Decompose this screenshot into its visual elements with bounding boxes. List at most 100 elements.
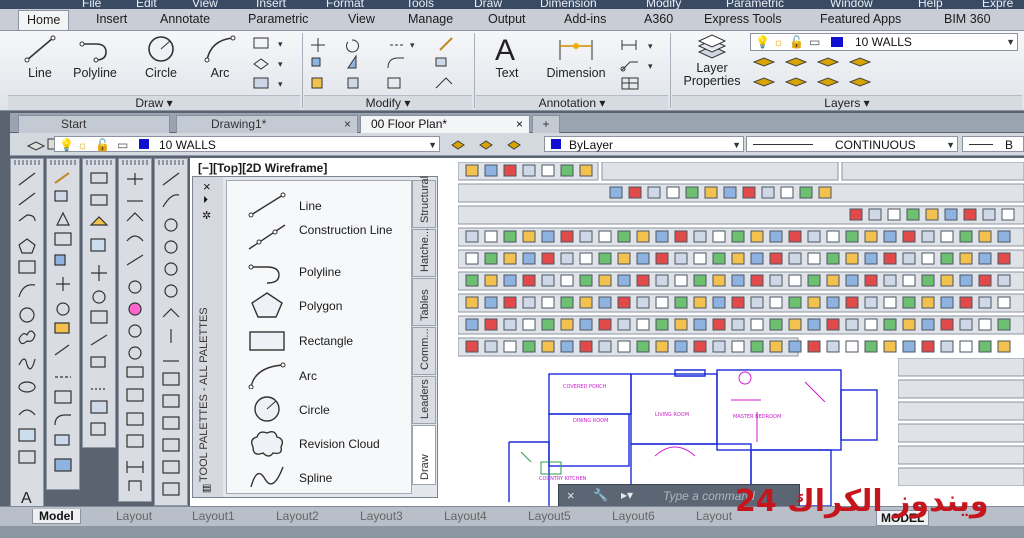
toolbar-tool-icon[interactable]	[693, 318, 707, 331]
toolbar-tool-icon[interactable]	[522, 296, 536, 309]
toolbar-grip[interactable]	[86, 160, 112, 165]
toolbar-tool-icon[interactable]	[465, 274, 479, 287]
polyline-button[interactable]: Polyline	[66, 34, 124, 80]
menu-help[interactable]: Help	[918, 0, 943, 9]
dimension-toolbar-icons[interactable]	[123, 169, 147, 497]
tab-parametric[interactable]: Parametric	[248, 12, 308, 26]
toolbar-tool-icon[interactable]	[978, 274, 992, 287]
palette-tool-revision-cloud[interactable]: Revision Cloud	[247, 429, 380, 460]
close-icon[interactable]: ×	[203, 179, 211, 194]
toolbar-tool-icon[interactable]	[598, 274, 612, 287]
toolbar-tool-icon[interactable]	[925, 208, 939, 221]
toolbar-tool-icon[interactable]	[742, 186, 756, 199]
toolbar-tool-icon[interactable]	[685, 186, 699, 199]
toolbar-tool-icon[interactable]	[522, 340, 536, 353]
toolbar-tool-icon[interactable]	[769, 318, 783, 331]
toolbar-tool-icon[interactable]	[674, 252, 688, 265]
toolbar-tool-icon[interactable]	[750, 274, 764, 287]
toolbar-tool-icon[interactable]	[712, 340, 726, 353]
menu-file[interactable]: File	[82, 0, 101, 9]
toolbar-tool-icon[interactable]	[902, 296, 916, 309]
toolbar-tool-icon[interactable]	[750, 230, 764, 243]
toolbar-tool-icon[interactable]	[959, 230, 973, 243]
toolbar-tool-icon[interactable]	[560, 252, 574, 265]
toolbar-tool-icon[interactable]	[598, 318, 612, 331]
menu-express[interactable]: Expre	[982, 0, 1013, 9]
toolbar-tool-icon[interactable]	[963, 208, 977, 221]
toolbar-tool-icon[interactable]	[712, 318, 726, 331]
toolbar-tool-icon[interactable]	[617, 296, 631, 309]
circle-button[interactable]: Circle	[138, 34, 184, 80]
toolbar-tool-icon[interactable]	[902, 230, 916, 243]
layers-panel-title[interactable]: Layers ▾	[672, 95, 1022, 110]
toolbar-tool-icon[interactable]	[921, 296, 935, 309]
tab-a360[interactable]: A360	[644, 12, 673, 26]
layout-tab-layout5[interactable]: Layout5	[528, 509, 571, 523]
layer-tools-icon[interactable]	[750, 54, 1020, 92]
toolbar-tool-icon[interactable]	[921, 340, 935, 353]
toolbar-tool-icon[interactable]	[807, 230, 821, 243]
toolbar-tool-icon[interactable]	[997, 318, 1011, 331]
toolbar-tool-icon[interactable]	[864, 274, 878, 287]
tab-output[interactable]: Output	[488, 12, 526, 26]
draw-small-tools-icon[interactable]: ▾ ▾ ▾	[252, 36, 300, 92]
toolbar-tool-icon[interactable]	[731, 274, 745, 287]
toolbar-tool-icon[interactable]	[579, 164, 593, 177]
toolbar-tool-icon[interactable]	[845, 252, 859, 265]
toolbar-tool-icon[interactable]	[750, 318, 764, 331]
toolbar-tool-icon[interactable]	[921, 230, 935, 243]
toolbar-tool-icon[interactable]	[636, 230, 650, 243]
toolbar-tool-icon[interactable]	[731, 340, 745, 353]
toolbar-tool-icon[interactable]	[864, 318, 878, 331]
toolbar-tool-icon[interactable]	[666, 186, 680, 199]
toolbar-tool-icon[interactable]	[674, 340, 688, 353]
toolbar-tool-icon[interactable]	[704, 186, 718, 199]
floating-toolbars[interactable]	[457, 161, 1024, 358]
tab-view[interactable]: View	[348, 12, 375, 26]
toolbar-tool-icon[interactable]	[560, 230, 574, 243]
toolbar-tool-icon[interactable]	[769, 340, 783, 353]
toolbar-tool-icon[interactable]	[522, 318, 536, 331]
toolbar-tool-icon[interactable]	[484, 296, 498, 309]
menu-format[interactable]: Format	[326, 0, 364, 9]
toolbar-tool-icon[interactable]	[902, 252, 916, 265]
toolbar-tool-icon[interactable]	[826, 274, 840, 287]
annotation-panel-title[interactable]: Annotation ▾	[476, 95, 668, 110]
toolbar-tool-icon[interactable]	[997, 340, 1011, 353]
toolbar-tool-icon[interactable]	[750, 296, 764, 309]
menu-modify[interactable]: Modify	[646, 0, 681, 9]
toolbar-tool-icon[interactable]	[845, 340, 859, 353]
toolbar-tool-icon[interactable]	[978, 296, 992, 309]
palette-tool-polyline[interactable]: Polyline	[247, 257, 341, 288]
toolbar-tool-icon[interactable]	[883, 230, 897, 243]
tab-insert[interactable]: Insert	[96, 12, 127, 26]
toolbar-tool-icon[interactable]	[465, 340, 479, 353]
palette-tool-circle[interactable]: Circle	[247, 395, 330, 426]
toolbar-tool-icon[interactable]	[636, 340, 650, 353]
toolbar-tool-icon[interactable]	[522, 252, 536, 265]
toolbar-tool-icon[interactable]	[849, 208, 863, 221]
toolbar-tool-icon[interactable]	[617, 274, 631, 287]
toolbar-tool-icon[interactable]	[655, 252, 669, 265]
toolbar-tool-icon[interactable]	[788, 274, 802, 287]
toolbar-tool-icon[interactable]	[579, 318, 593, 331]
menu-insert[interactable]: Insert	[256, 0, 286, 9]
toolbar-tool-icon[interactable]	[826, 230, 840, 243]
toolbar-tool-icon[interactable]	[522, 230, 536, 243]
menu-parametric[interactable]: Parametric	[726, 0, 784, 9]
layout-tab-layout7[interactable]: Layout	[696, 509, 732, 523]
toolbar-tool-icon[interactable]	[959, 296, 973, 309]
toolbar-tool-icon[interactable]	[883, 318, 897, 331]
close-icon[interactable]: ×	[516, 116, 523, 133]
toolbar-tool-icon[interactable]	[484, 318, 498, 331]
toolbar-tool-icon[interactable]	[560, 318, 574, 331]
toolbar-tool-icon[interactable]	[636, 252, 650, 265]
toolbar-tool-icon[interactable]	[788, 230, 802, 243]
toolbar-tool-icon[interactable]	[503, 318, 517, 331]
toolbar-tool-icon[interactable]	[845, 274, 859, 287]
autohide-icon[interactable]: ⏵	[203, 195, 208, 206]
palette-tool-rectangle[interactable]: Rectangle	[247, 326, 353, 357]
toolbar-tool-icon[interactable]	[902, 318, 916, 331]
toolbar-tool-icon[interactable]	[636, 296, 650, 309]
toolbar-tool-icon[interactable]	[997, 274, 1011, 287]
